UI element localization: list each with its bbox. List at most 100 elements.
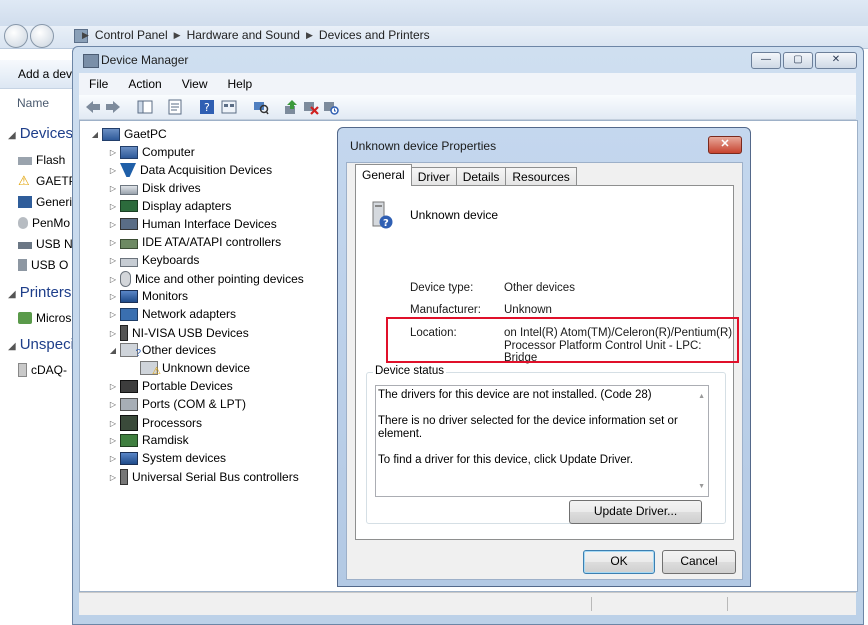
forward-button[interactable] bbox=[30, 24, 54, 48]
tree-node[interactable]: ▷ Portable Devices bbox=[108, 379, 233, 393]
tree-node[interactable]: ▷ Monitors bbox=[108, 289, 188, 303]
expand-arrow-icon[interactable]: ▷ bbox=[108, 454, 118, 463]
ok-button[interactable]: OK bbox=[583, 550, 655, 574]
tree-node[interactable]: ▷ Display adapters bbox=[108, 199, 231, 213]
tree-node-label: Other devices bbox=[142, 343, 217, 357]
expand-arrow-icon[interactable]: ▷ bbox=[108, 220, 118, 229]
expand-arrow-icon[interactable]: ▷ bbox=[108, 310, 118, 319]
hid-icon bbox=[120, 218, 138, 230]
ramdisk-icon bbox=[120, 433, 138, 447]
expand-arrow-icon[interactable]: ▷ bbox=[108, 436, 118, 445]
list-item[interactable]: PenMo bbox=[18, 216, 70, 230]
dialog-close-button[interactable]: ✕ bbox=[708, 136, 742, 154]
list-item[interactable]: Micros bbox=[18, 311, 71, 325]
group-unspecified[interactable]: ◢ Unspeci bbox=[8, 336, 74, 353]
scan-hardware-icon[interactable] bbox=[253, 99, 269, 115]
expand-arrow-icon[interactable]: ▷ bbox=[108, 256, 118, 265]
forward-arrow-icon[interactable] bbox=[105, 99, 121, 115]
list-item[interactable]: USB N bbox=[18, 237, 73, 251]
menu-action[interactable]: Action bbox=[118, 77, 171, 91]
display-icon bbox=[120, 200, 138, 212]
list-item[interactable]: USB O bbox=[18, 258, 68, 272]
breadcrumb-devices-and-printers[interactable]: Devices and Printers bbox=[319, 28, 430, 42]
menu-view[interactable]: View bbox=[172, 77, 218, 91]
general-tab-page: ? Unknown device Device type: Other devi… bbox=[355, 185, 739, 540]
help-icon[interactable]: ? bbox=[199, 99, 215, 115]
tab-details[interactable]: Details bbox=[455, 167, 507, 186]
tree-node[interactable]: ▷ NI-VISA USB Devices bbox=[108, 325, 249, 341]
collapse-arrow-icon[interactable]: ◢ bbox=[90, 130, 100, 139]
tree-node[interactable]: ▷ Keyboards bbox=[108, 253, 199, 267]
list-item[interactable]: Generi bbox=[18, 195, 72, 209]
add-device-button[interactable]: Add a dev bbox=[18, 67, 72, 81]
tree-node[interactable]: ⚠ Unknown device bbox=[128, 361, 250, 377]
tree-node[interactable]: ▷ Ports (COM & LPT) bbox=[108, 397, 246, 411]
minimize-button[interactable]: — bbox=[751, 52, 781, 69]
system-icon bbox=[120, 451, 138, 465]
tab-general[interactable]: General bbox=[355, 164, 412, 186]
tree-node[interactable]: ▷ Disk drives bbox=[108, 181, 201, 195]
list-item[interactable]: Flash bbox=[18, 153, 65, 167]
breadcrumb-hardware-and-sound[interactable]: Hardware and Sound bbox=[187, 28, 300, 42]
collapse-arrow-icon[interactable]: ◢ bbox=[108, 346, 118, 355]
warning-device-icon: ⚠ bbox=[140, 361, 161, 377]
tree-node[interactable]: ▷ Mice and other pointing devices bbox=[108, 271, 304, 287]
list-item[interactable]: cDAQ- bbox=[18, 363, 67, 377]
tab-resources[interactable]: Resources bbox=[505, 167, 577, 186]
tree-node[interactable]: ◢? Other devices bbox=[108, 343, 217, 359]
cancel-button[interactable]: Cancel bbox=[662, 550, 736, 574]
expand-arrow-icon[interactable]: ▷ bbox=[108, 382, 118, 391]
tree-node[interactable]: ▷ Universal Serial Bus controllers bbox=[108, 469, 299, 485]
tree-node[interactable]: ▷ Ramdisk bbox=[108, 433, 189, 447]
tree-node-root[interactable]: ◢ GaetPC bbox=[90, 127, 167, 141]
menu-help[interactable]: Help bbox=[218, 77, 263, 91]
column-header-name[interactable]: Name bbox=[17, 96, 49, 110]
device-name: Unknown device bbox=[410, 208, 499, 222]
expand-arrow-icon[interactable]: ▷ bbox=[108, 275, 118, 284]
tree-node[interactable]: ▷ Human Interface Devices bbox=[108, 217, 277, 231]
uninstall-icon[interactable] bbox=[303, 99, 319, 115]
expand-arrow-icon[interactable]: ▷ bbox=[108, 473, 118, 482]
back-button[interactable] bbox=[4, 24, 28, 48]
device-status-text[interactable]: The drivers for this device are not inst… bbox=[375, 385, 709, 497]
tree-node[interactable]: ▷ Processors bbox=[108, 415, 202, 431]
expand-arrow-icon[interactable]: ▷ bbox=[108, 238, 118, 247]
tree-node[interactable]: ▷ IDE ATA/ATAPI controllers bbox=[108, 235, 281, 249]
show-hide-tree-icon[interactable] bbox=[137, 99, 153, 115]
back-arrow-icon[interactable] bbox=[85, 99, 101, 115]
scroll-down-icon[interactable]: ▼ bbox=[698, 480, 705, 493]
disable-device-icon[interactable] bbox=[323, 99, 339, 115]
expand-arrow-icon[interactable]: ▷ bbox=[108, 184, 118, 193]
device-type-label: Device type: bbox=[410, 282, 474, 294]
expand-arrow-icon[interactable]: ▷ bbox=[108, 329, 118, 338]
tab-driver[interactable]: Driver bbox=[410, 167, 457, 186]
tree-node[interactable]: ▷ Network adapters bbox=[108, 307, 236, 321]
close-button[interactable]: ✕ bbox=[815, 52, 857, 69]
expand-arrow-icon[interactable]: ▷ bbox=[108, 148, 118, 157]
expand-arrow-icon[interactable]: ▷ bbox=[108, 419, 118, 428]
menu-file[interactable]: File bbox=[79, 77, 118, 91]
expand-arrow-icon[interactable]: ▷ bbox=[108, 166, 118, 175]
view-icon[interactable] bbox=[221, 99, 237, 115]
toolbar: ? bbox=[79, 95, 856, 120]
list-item[interactable]: ⚠ GAETP bbox=[18, 174, 77, 188]
tree-node-label: Ports (COM & LPT) bbox=[142, 397, 247, 411]
update-driver-button[interactable]: Update Driver... bbox=[569, 500, 702, 524]
breadcrumb-control-panel[interactable]: Control Panel bbox=[95, 28, 168, 42]
properties-icon[interactable] bbox=[167, 99, 183, 115]
mouse-icon bbox=[120, 271, 131, 287]
monitor-icon bbox=[120, 289, 138, 303]
tree-node[interactable]: ▷ System devices bbox=[108, 451, 226, 465]
tree-node[interactable]: ▷ Computer bbox=[108, 145, 195, 159]
scroll-up-icon[interactable]: ▲ bbox=[698, 390, 705, 403]
group-printers[interactable]: ◢ Printers bbox=[8, 284, 71, 301]
expand-arrow-icon[interactable]: ▷ bbox=[108, 292, 118, 301]
expand-arrow-icon[interactable]: ▷ bbox=[108, 202, 118, 211]
group-devices[interactable]: ◢ Devices bbox=[8, 125, 73, 142]
tree-node-label: Ramdisk bbox=[142, 433, 189, 447]
tree-node-label: Display adapters bbox=[142, 199, 232, 213]
tree-node[interactable]: ▷ Data Acquisition Devices bbox=[108, 163, 272, 177]
expand-arrow-icon[interactable]: ▷ bbox=[108, 400, 118, 409]
maximize-button[interactable]: ▢ bbox=[783, 52, 813, 69]
update-driver-icon[interactable] bbox=[283, 99, 299, 115]
